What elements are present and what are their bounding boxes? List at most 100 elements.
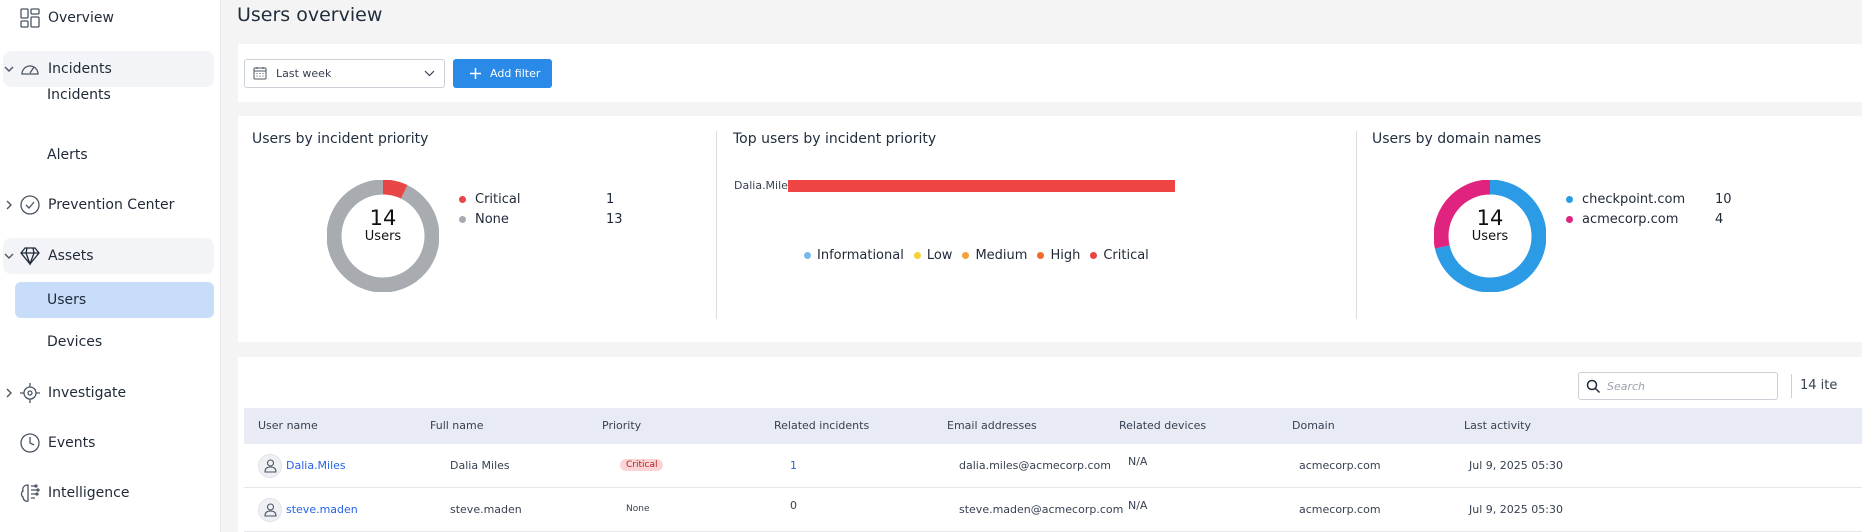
domains-total: 14	[1476, 206, 1504, 230]
column-header[interactable]: User name	[258, 419, 318, 432]
chart-title-priority: Users by incident priority	[252, 131, 429, 147]
sidebar-item-label: Intelligence	[48, 485, 130, 501]
table-header: User name Full name Priority Related inc…	[244, 408, 1862, 444]
sidebar-item-label: Incidents	[47, 87, 111, 103]
sidebar-item-label: Devices	[47, 334, 103, 350]
search-box[interactable]	[1578, 372, 1778, 400]
column-header[interactable]: Priority	[602, 419, 641, 432]
main-content: Users overview Last week Add filter User…	[222, 0, 1862, 532]
column-header[interactable]: Email addresses	[947, 419, 1037, 432]
last-activity: Jul 9, 2025 05:30	[1469, 459, 1563, 472]
column-header[interactable]: Related incidents	[774, 419, 869, 432]
sidebar-item-users[interactable]: Users	[15, 282, 214, 318]
search-icon	[1586, 379, 1601, 394]
brain-icon	[19, 482, 41, 504]
critical-dot-icon	[1090, 252, 1098, 259]
related-devices: N/A	[1128, 499, 1148, 512]
sidebar-item-devices[interactable]: Devices	[0, 324, 221, 360]
donut-slice-critical[interactable]	[382, 180, 408, 199]
bar-dalia-miles[interactable]	[788, 180, 1175, 192]
user-name-link[interactable]: steve.maden	[286, 503, 358, 516]
page-title: Users overview	[237, 4, 383, 26]
sidebar-item-label: Overview	[48, 10, 114, 26]
legend-label: High	[1050, 248, 1081, 263]
dashboard-icon	[19, 7, 41, 29]
filter-bar: Last week Add filter	[238, 44, 1862, 102]
date-range-select[interactable]: Last week	[244, 59, 445, 88]
legend-item-high[interactable]: High	[1037, 248, 1080, 263]
priority-badge: Critical	[620, 459, 664, 471]
legend-value: 10	[1715, 192, 1732, 207]
bar-chart-legend: Informational Low Medium High Critical	[804, 248, 1159, 263]
legend-value: 1	[606, 192, 615, 207]
domain: acmecorp.com	[1299, 503, 1381, 516]
legend-value: 4	[1715, 212, 1724, 227]
legend-label: Low	[926, 248, 953, 263]
chevron-down-icon	[424, 68, 435, 79]
legend-item-low[interactable]: Low	[913, 248, 953, 263]
legend-label: None	[475, 212, 509, 227]
informational-dot-icon	[804, 252, 811, 259]
acmecorp-dot-icon	[1566, 216, 1573, 223]
sidebar-item-incidents[interactable]: Incidents	[0, 77, 221, 113]
column-header[interactable]: Full name	[430, 419, 484, 432]
full-name: steve.maden	[450, 503, 522, 516]
sidebar-item-intelligence[interactable]: Intelligence	[0, 475, 221, 511]
domains-center-label: Users	[1471, 229, 1509, 244]
legend-label: checkpoint.com	[1582, 192, 1686, 207]
chevron-down-icon[interactable]	[3, 63, 15, 75]
sidebar: Overview Incidents Incidents Alerts Prev…	[0, 0, 221, 532]
divider	[1356, 131, 1357, 319]
sidebar-item-events[interactable]: Events	[0, 425, 221, 461]
column-header[interactable]: Last activity	[1464, 419, 1531, 432]
sidebar-item-overview[interactable]: Overview	[0, 0, 221, 36]
sidebar-item-label: Alerts	[47, 147, 88, 163]
table-row[interactable]: Dalia.Miles Dalia Miles Critical 1 dalia…	[244, 444, 1862, 488]
chevron-right-icon[interactable]	[3, 387, 15, 399]
add-filter-label: Add filter	[490, 67, 541, 80]
plus-icon	[469, 67, 482, 80]
bar-category-label: Dalia.Miles	[734, 179, 794, 192]
sidebar-item-label: Investigate	[48, 385, 127, 401]
chevron-right-icon[interactable]	[3, 199, 15, 211]
add-filter-button[interactable]: Add filter	[453, 59, 552, 88]
sidebar-item-label: Assets	[48, 248, 94, 264]
legend-label: Critical	[1103, 248, 1149, 263]
sidebar-item-label: Prevention Center	[48, 197, 175, 213]
low-dot-icon	[913, 252, 921, 259]
related-devices: N/A	[1128, 455, 1148, 468]
sidebar-group-investigate[interactable]: Investigate	[0, 375, 221, 411]
user-avatar-icon	[258, 498, 282, 522]
legend-label: Critical	[475, 192, 521, 207]
table-row[interactable]: steve.maden steve.maden None 0 steve.mad…	[244, 488, 1862, 532]
chart-title-top-users: Top users by incident priority	[733, 131, 937, 147]
crosshair-icon	[19, 382, 41, 404]
legend-item-medium[interactable]: Medium	[962, 248, 1027, 263]
items-count: 14 ite	[1800, 378, 1838, 393]
legend-item-informational[interactable]: Informational	[804, 248, 904, 263]
column-header[interactable]: Related devices	[1119, 419, 1206, 432]
legend-item-checkpoint[interactable]: checkpoint.com	[1566, 192, 1685, 207]
chevron-down-icon[interactable]	[3, 250, 15, 262]
legend-item-critical[interactable]: Critical	[459, 192, 520, 207]
sidebar-group-prevention-center[interactable]: Prevention Center	[0, 187, 221, 223]
legend-item-acmecorp[interactable]: acmecorp.com	[1566, 212, 1678, 227]
priority-total: 14	[369, 206, 397, 230]
column-header[interactable]: Domain	[1292, 419, 1335, 432]
priority-badge: None	[626, 504, 650, 514]
user-name-link[interactable]: Dalia.Miles	[286, 459, 346, 472]
legend-item-none[interactable]: None	[459, 212, 509, 227]
search-input[interactable]	[1607, 377, 1767, 395]
sidebar-group-assets[interactable]: Assets	[3, 238, 214, 274]
chart-title-domains: Users by domain names	[1372, 131, 1542, 147]
related-incidents-link[interactable]: 1	[790, 459, 797, 472]
none-dot-icon	[459, 216, 466, 223]
user-avatar-icon	[258, 454, 282, 478]
email: dalia.miles@acmecorp.com	[959, 459, 1111, 472]
legend-item-critical[interactable]: Critical	[1090, 248, 1149, 263]
clock-icon	[19, 432, 41, 454]
divider	[716, 131, 717, 319]
domain: acmecorp.com	[1299, 459, 1381, 472]
sidebar-item-alerts[interactable]: Alerts	[0, 137, 221, 173]
medium-dot-icon	[962, 252, 970, 259]
